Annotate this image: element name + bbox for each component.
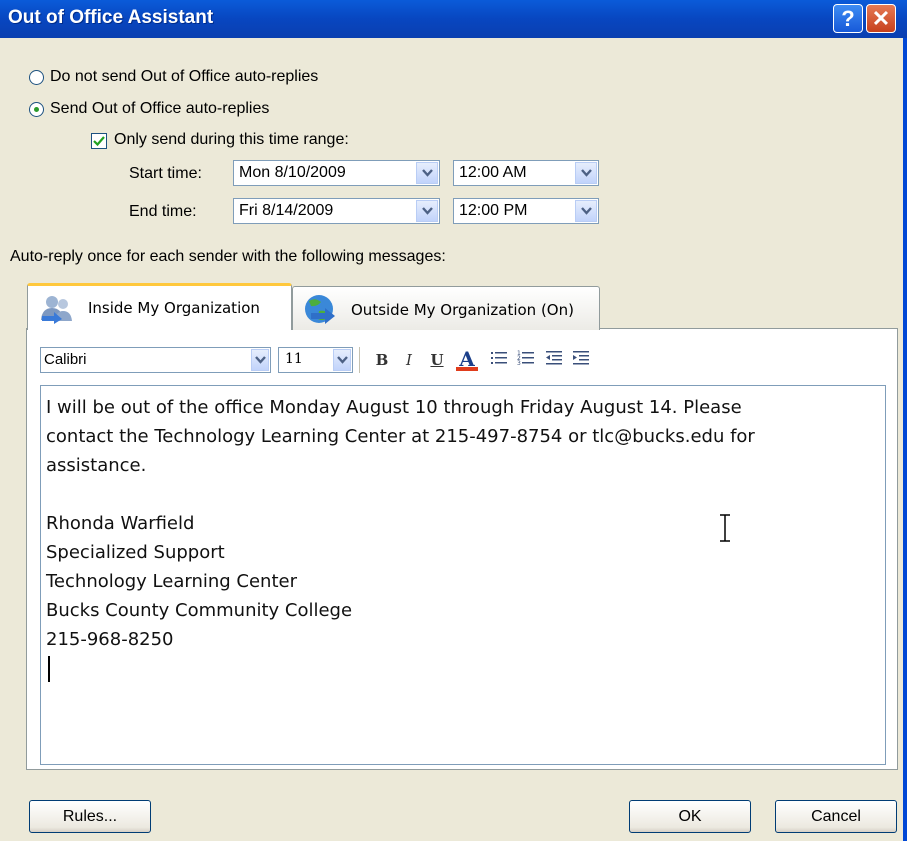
- numbering-icon[interactable]: 123: [515, 349, 537, 371]
- chevron-down-icon[interactable]: [333, 349, 351, 371]
- send-label[interactable]: Send Out of Office auto-replies: [50, 100, 269, 118]
- message-line: assistance.: [46, 455, 147, 476]
- rules-button[interactable]: Rules...: [29, 800, 151, 833]
- tab-inside-label: Inside My Organization: [88, 299, 260, 317]
- title-bar[interactable]: Out of Office Assistant ? ✕: [0, 0, 907, 38]
- decrease-indent-icon[interactable]: [543, 349, 565, 371]
- increase-indent-icon[interactable]: [570, 349, 592, 371]
- window-title: Out of Office Assistant: [8, 7, 214, 28]
- end-date-combo[interactable]: Fri 8/14/2009: [233, 198, 440, 224]
- people-icon: [41, 296, 72, 324]
- send-radio[interactable]: [29, 102, 44, 117]
- tab-outside-organization[interactable]: Outside My Organization (On): [292, 286, 600, 330]
- do-not-send-label[interactable]: Do not send Out of Office auto-replies: [50, 68, 318, 86]
- start-time-value: 12:00 AM: [459, 164, 527, 181]
- chevron-down-icon[interactable]: [575, 162, 597, 184]
- do-not-send-radio[interactable]: [29, 70, 44, 85]
- bold-button[interactable]: B: [371, 349, 393, 371]
- chevron-down-icon[interactable]: [575, 200, 597, 222]
- radio-selected-dot: [34, 107, 39, 112]
- font-name-value: Calibri: [44, 351, 87, 368]
- end-time-combo[interactable]: 12:00 PM: [453, 198, 599, 224]
- end-time-value: 12:00 PM: [459, 202, 528, 219]
- font-size-value: 11: [285, 351, 303, 367]
- start-date-value: Mon 8/10/2009: [239, 164, 346, 181]
- end-date-value: Fri 8/14/2009: [239, 202, 334, 219]
- bullets-icon[interactable]: [488, 349, 510, 371]
- globe-icon: [305, 295, 335, 324]
- start-time-label: Start time:: [129, 165, 202, 182]
- message-line: I will be out of the office Monday Augus…: [46, 397, 742, 418]
- tab-outside-label: Outside My Organization (On): [351, 301, 574, 319]
- chevron-down-icon[interactable]: [251, 349, 269, 371]
- message-line: contact the Technology Learning Center a…: [46, 426, 755, 447]
- text-caret: [48, 656, 50, 682]
- time-range-label[interactable]: Only send during this time range:: [114, 131, 349, 149]
- message-line: Bucks County Community College: [46, 600, 353, 621]
- message-line: 215-968-8250: [46, 629, 174, 650]
- ok-button[interactable]: OK: [629, 800, 751, 833]
- end-time-label: End time:: [129, 203, 197, 220]
- tab-inside-organization[interactable]: Inside My Organization: [27, 283, 292, 330]
- message-editor[interactable]: I will be out of the office Monday Augus…: [40, 385, 886, 765]
- message-line: Technology Learning Center: [46, 571, 297, 592]
- message-line: Specialized Support: [46, 542, 225, 563]
- start-date-combo[interactable]: Mon 8/10/2009: [233, 160, 440, 186]
- font-size-combo[interactable]: 11: [278, 347, 353, 373]
- chevron-down-icon[interactable]: [416, 162, 438, 184]
- message-line: Rhonda Warfield: [46, 513, 195, 534]
- autoreply-label: Auto-reply once for each sender with the…: [10, 248, 446, 265]
- toolbar-separator: [359, 347, 360, 373]
- chevron-down-icon[interactable]: [416, 200, 438, 222]
- out-of-office-dialog: Out of Office Assistant ? ✕ Do not send …: [0, 0, 907, 841]
- font-color-button[interactable]: A: [456, 349, 478, 371]
- help-button[interactable]: ?: [833, 4, 863, 33]
- checkmark-icon: [93, 136, 105, 147]
- italic-button[interactable]: I: [398, 349, 420, 371]
- start-time-combo[interactable]: 12:00 AM: [453, 160, 599, 186]
- time-range-checkbox[interactable]: [91, 133, 107, 149]
- underline-button[interactable]: U: [426, 349, 448, 371]
- svg-text:3: 3: [517, 360, 521, 367]
- close-button[interactable]: ✕: [866, 4, 896, 33]
- font-name-combo[interactable]: Calibri: [40, 347, 271, 373]
- text-cursor-icon: [720, 514, 730, 542]
- cancel-button[interactable]: Cancel: [775, 800, 897, 833]
